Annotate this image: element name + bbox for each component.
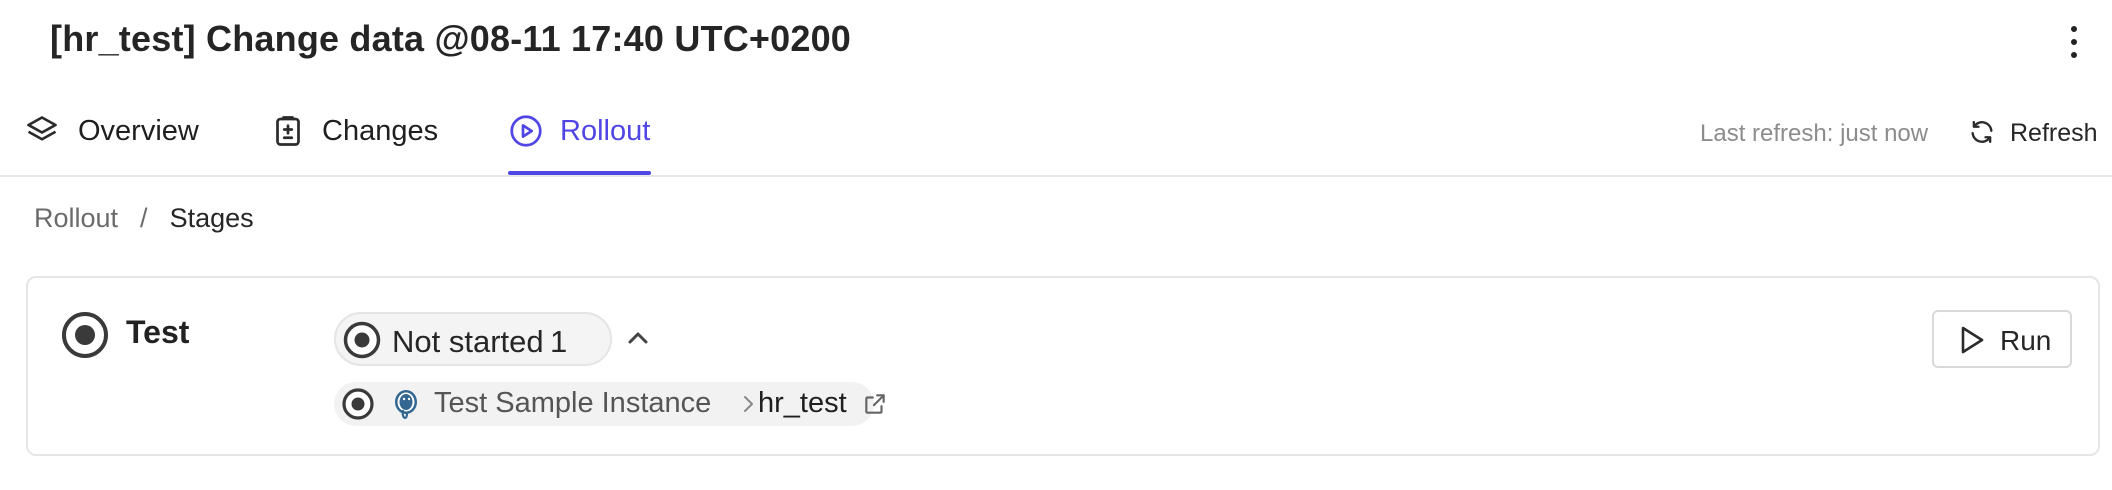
last-refresh-text: Last refresh: just now [1700, 120, 1929, 147]
external-link-icon[interactable] [862, 391, 888, 417]
more-dot [2071, 39, 2077, 45]
run-label: Run [2000, 325, 2052, 356]
status-count: 1 [550, 324, 568, 359]
play-icon [1961, 326, 1984, 354]
page-title: [hr_test] Change data @08-11 17:40 UTC+0… [50, 18, 852, 59]
tab-bar: Overview Changes Rollout Last refresh: j… [0, 95, 2112, 177]
tab-overview-label: Overview [78, 115, 199, 147]
clipboard-diff-icon [276, 116, 300, 146]
more-dot [2071, 52, 2077, 58]
status-filter-not-started[interactable]: Not started 1 [334, 312, 612, 366]
active-tab-indicator [508, 171, 651, 175]
stage-name: Test [126, 314, 190, 350]
stage-card: Test Not started 1 Test Sample Instance … [26, 276, 2100, 456]
not-started-status-icon [62, 312, 108, 358]
task-item[interactable]: Test Sample Instance hr_test [334, 382, 885, 426]
refresh-label: Refresh [2010, 119, 2098, 147]
chevron-right-icon [744, 396, 753, 412]
play-circle-icon [510, 115, 542, 147]
status-label: Not started [392, 324, 544, 359]
breadcrumb-separator: / [140, 203, 148, 233]
postgresql-icon [395, 390, 417, 420]
tab-overview[interactable]: Overview [22, 95, 202, 175]
tab-changes[interactable]: Changes [268, 95, 448, 175]
not-started-status-icon [343, 321, 381, 359]
not-started-status-icon [342, 388, 374, 420]
more-vertical-icon [2071, 26, 2077, 32]
refresh-icon [1971, 120, 1993, 144]
run-button[interactable]: Run [1932, 310, 2072, 368]
breadcrumb: Rollout / Stages [34, 203, 254, 234]
tab-rollout[interactable]: Rollout [508, 95, 653, 175]
layers-icon [27, 116, 57, 141]
tab-changes-label: Changes [322, 115, 439, 147]
tab-rollout-label: Rollout [560, 115, 651, 147]
instance-name: Test Sample Instance [434, 387, 712, 419]
more-options-button[interactable] [2060, 20, 2088, 64]
breadcrumb-rollout[interactable]: Rollout [34, 203, 118, 233]
database-name: hr_test [758, 387, 847, 419]
chevron-up-icon[interactable] [618, 318, 658, 358]
breadcrumb-stages: Stages [169, 203, 254, 233]
